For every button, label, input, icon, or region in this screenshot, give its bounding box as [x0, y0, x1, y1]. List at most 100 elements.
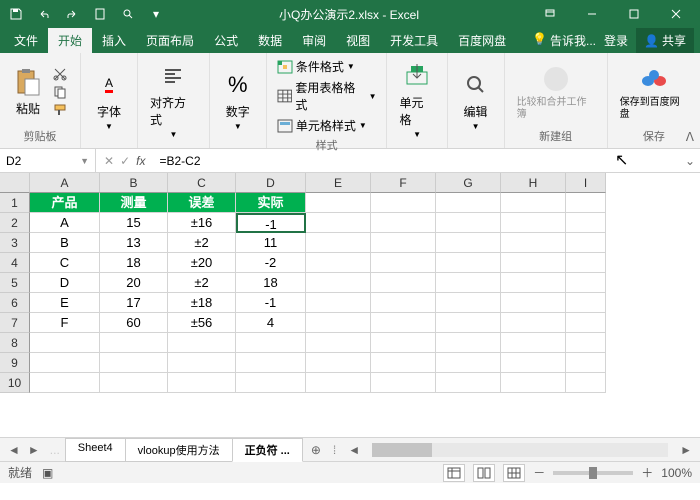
zoom-out-button[interactable]: －	[533, 464, 545, 481]
cell[interactable]	[236, 353, 306, 373]
cell[interactable]	[436, 213, 501, 233]
macro-icon[interactable]: ▣	[42, 466, 53, 480]
col-header[interactable]: A	[30, 173, 100, 193]
normal-view-icon[interactable]	[443, 464, 465, 482]
cell[interactable]	[566, 273, 606, 293]
cell[interactable]: ±56	[168, 313, 236, 333]
cell[interactable]	[30, 353, 100, 373]
cell[interactable]	[30, 373, 100, 393]
cell[interactable]: 18	[236, 273, 306, 293]
cell[interactable]	[168, 373, 236, 393]
cancel-formula-icon[interactable]: ✕	[104, 154, 114, 168]
cell[interactable]: 60	[100, 313, 168, 333]
cell[interactable]	[371, 253, 436, 273]
row-header[interactable]: 10	[0, 373, 30, 393]
cell[interactable]	[236, 333, 306, 353]
cell[interactable]	[306, 293, 371, 313]
cell[interactable]: F	[30, 313, 100, 333]
cell[interactable]	[436, 293, 501, 313]
cell[interactable]	[168, 353, 236, 373]
cell[interactable]	[306, 253, 371, 273]
cell[interactable]: ±18	[168, 293, 236, 313]
row-header[interactable]: 3	[0, 233, 30, 253]
cell[interactable]	[168, 333, 236, 353]
copy-icon[interactable]	[52, 84, 72, 100]
cell[interactable]	[436, 333, 501, 353]
cell[interactable]	[566, 193, 606, 213]
cell[interactable]: D	[30, 273, 100, 293]
tab-dev[interactable]: 开发工具	[380, 28, 448, 53]
paste-button[interactable]: 粘贴	[8, 64, 48, 119]
qat-dropdown-icon[interactable]: ▾	[144, 2, 168, 26]
cell[interactable]: -1	[236, 213, 306, 233]
cells-button[interactable]: 单元格▼	[395, 58, 438, 141]
cell[interactable]	[306, 213, 371, 233]
tell-me[interactable]: 💡告诉我...	[532, 32, 596, 49]
cell[interactable]	[371, 353, 436, 373]
horizontal-scrollbar[interactable]	[372, 443, 668, 457]
cell[interactable]: 11	[236, 233, 306, 253]
undo-icon[interactable]	[32, 2, 56, 26]
page-break-view-icon[interactable]	[503, 464, 525, 482]
cell[interactable]	[371, 373, 436, 393]
cell[interactable]	[436, 233, 501, 253]
conditional-format-button[interactable]: 条件格式▼	[275, 57, 379, 76]
login-button[interactable]: 登录	[604, 32, 628, 49]
table-format-button[interactable]: 套用表格格式▼	[275, 78, 379, 114]
zoom-in-button[interactable]: ＋	[641, 464, 653, 481]
cell[interactable]	[501, 293, 566, 313]
cell[interactable]: 18	[100, 253, 168, 273]
zoom-level[interactable]: 100%	[661, 466, 692, 480]
redo-icon[interactable]	[60, 2, 84, 26]
cell[interactable]	[436, 373, 501, 393]
cell[interactable]	[306, 333, 371, 353]
cut-icon[interactable]	[52, 66, 72, 82]
col-header[interactable]: H	[501, 173, 566, 193]
cell[interactable]	[236, 373, 306, 393]
cell[interactable]	[436, 353, 501, 373]
sheet-next-icon[interactable]: ►	[24, 443, 44, 457]
tab-insert[interactable]: 插入	[92, 28, 136, 53]
cell[interactable]	[566, 373, 606, 393]
cell[interactable]	[371, 313, 436, 333]
cell[interactable]	[371, 333, 436, 353]
col-header[interactable]: I	[566, 173, 606, 193]
cell[interactable]	[501, 253, 566, 273]
cell[interactable]	[371, 293, 436, 313]
cell[interactable]	[436, 273, 501, 293]
col-header[interactable]: D	[236, 173, 306, 193]
name-box[interactable]: D2▼	[0, 149, 96, 172]
cell[interactable]	[501, 193, 566, 213]
cell[interactable]	[566, 213, 606, 233]
cell[interactable]	[501, 313, 566, 333]
cell[interactable]	[371, 193, 436, 213]
cell[interactable]	[566, 233, 606, 253]
cell[interactable]: C	[30, 253, 100, 273]
tab-home[interactable]: 开始	[48, 28, 92, 53]
cell[interactable]: 15	[100, 213, 168, 233]
cell[interactable]: A	[30, 213, 100, 233]
row-header[interactable]: 2	[0, 213, 30, 233]
cell[interactable]: 13	[100, 233, 168, 253]
cell[interactable]	[100, 333, 168, 353]
row-header[interactable]: 1	[0, 193, 30, 213]
tab-layout[interactable]: 页面布局	[136, 28, 204, 53]
scroll-left-icon[interactable]: ◄	[344, 443, 364, 457]
cell[interactable]	[306, 193, 371, 213]
save-baidu-button[interactable]: 保存到百度网盘	[616, 61, 692, 123]
cell[interactable]: 产品	[30, 193, 100, 213]
row-header[interactable]: 5	[0, 273, 30, 293]
cell[interactable]	[371, 273, 436, 293]
cell[interactable]: 测量	[100, 193, 168, 213]
cell[interactable]	[371, 213, 436, 233]
scroll-right-icon[interactable]: ►	[676, 443, 696, 457]
font-button[interactable]: A字体▼	[89, 67, 129, 133]
sheet-tab[interactable]: 正负符 ...	[232, 438, 303, 462]
tab-data[interactable]: 数据	[248, 28, 292, 53]
sheet-tab[interactable]: Sheet4	[65, 438, 126, 462]
number-button[interactable]: %数字▼	[218, 67, 258, 133]
cell[interactable]	[501, 353, 566, 373]
tab-view[interactable]: 视图	[336, 28, 380, 53]
row-header[interactable]: 9	[0, 353, 30, 373]
format-painter-icon[interactable]	[52, 102, 72, 118]
